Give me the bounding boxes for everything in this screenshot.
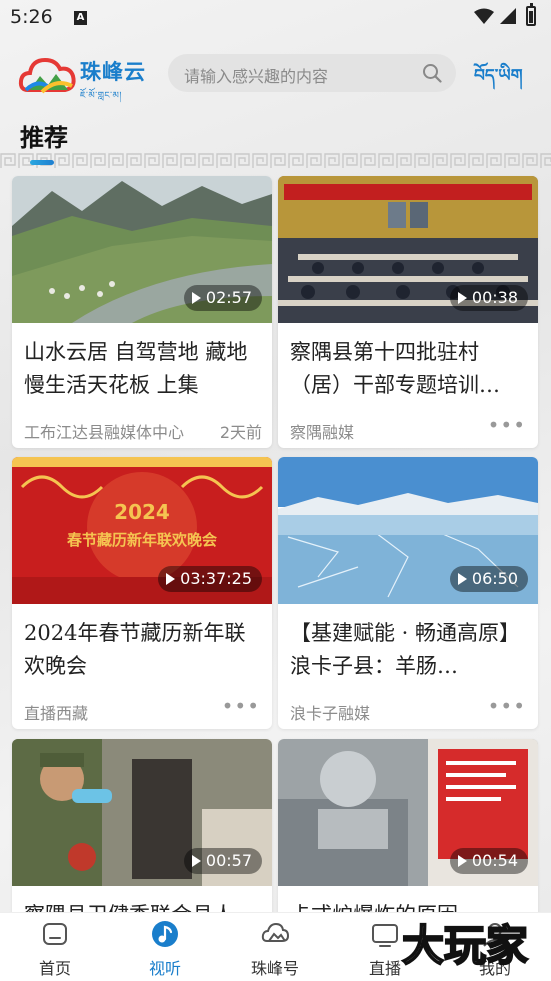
tab-indicator [30, 160, 54, 165]
logo-subtitle: ཇོ་མོ་གླང་མ། [80, 91, 122, 101]
svg-text:春节藏历新年联欢晚会: 春节藏历新年联欢晚会 [67, 531, 217, 549]
search-input[interactable]: 请输入感兴趣的内容 [168, 54, 456, 92]
home-icon [43, 923, 67, 945]
more-options-icon[interactable]: ••• [488, 415, 526, 435]
video-duration: 00:57 [183, 848, 262, 874]
wifi-icon [474, 8, 494, 24]
video-thumbnail[interactable]: 00:38 [278, 176, 538, 323]
video-card[interactable]: 00:54 卡式炉爆炸的原因 [278, 739, 538, 939]
app-logo[interactable]: 珠峰云 ཇོ་མོ་གླང་མ། [18, 50, 158, 101]
language-switch-button[interactable]: བོད་ཡིག [474, 56, 523, 104]
video-time: 2天前 [219, 423, 262, 442]
video-title[interactable]: 2024年春节藏历新年联欢晚会 [24, 617, 262, 683]
video-source: 直播西藏 [24, 704, 89, 723]
section-title[interactable]: 推荐 [20, 118, 68, 153]
decorative-pattern-band [0, 152, 551, 170]
play-icon [166, 573, 176, 585]
search-placeholder: 请输入感兴趣的内容 [184, 67, 329, 86]
cloud-logo-icon [18, 57, 76, 94]
battery-icon [526, 3, 536, 26]
search-icon[interactable] [422, 63, 442, 83]
video-card[interactable]: 2024 春节藏历新年联欢晚会 03:37:25 2024年春节藏历新年联欢晚会… [12, 457, 272, 729]
video-title[interactable]: 山水云居 自驾营地 藏地慢生活天花板 上集 [24, 336, 262, 402]
video-card[interactable]: 00:38 察隅县第十四批驻村（居）干部专题培训… 察隅融媒 ••• [278, 176, 538, 448]
more-options-icon[interactable]: ••• [488, 696, 526, 716]
video-card[interactable]: 00:57 察隅县卫健委联合县人… [12, 739, 272, 939]
play-icon [457, 573, 467, 585]
nav-label: 视听 [148, 959, 181, 978]
app-header: 珠峰云 ཇོ་མོ་གླང་མ། 请输入感兴趣的内容 བོད་ཡིག [0, 40, 551, 110]
duration-text: 00:57 [205, 851, 252, 870]
video-card[interactable]: 02:57 山水云居 自驾营地 藏地慢生活天花板 上集 工布江达县融媒体中心 2… [12, 176, 272, 448]
notification-icon: A [74, 11, 87, 25]
cloud-icon [261, 922, 290, 942]
video-thumbnail[interactable]: 06:50 [278, 457, 538, 604]
duration-text: 02:57 [205, 288, 252, 307]
play-icon [457, 855, 467, 867]
more-options-icon[interactable]: ••• [222, 696, 260, 716]
video-card[interactable]: 06:50 【基建赋能 · 畅通高原】浪卡子县：羊肠… 浪卡子融媒 ••• [278, 457, 538, 729]
watermark-text: 大玩家 [402, 921, 528, 970]
duration-text: 00:54 [471, 851, 518, 870]
nav-item-home[interactable]: 首页 [0, 913, 110, 981]
video-source: 察隅融媒 [290, 423, 355, 442]
video-duration: 03:37:25 [158, 566, 262, 592]
duration-text: 00:38 [471, 288, 518, 307]
status-bar: 5:26 A [0, 0, 551, 36]
video-thumbnail[interactable]: 02:57 [12, 176, 272, 323]
svg-text:2024: 2024 [114, 500, 170, 524]
video-thumbnail[interactable]: 2024 春节藏历新年联欢晚会 03:37:25 [12, 457, 272, 604]
video-duration: 00:54 [449, 848, 528, 874]
duration-text: 06:50 [471, 569, 518, 588]
video-title[interactable]: 【基建赋能 · 畅通高原】浪卡子县：羊肠… [290, 617, 528, 683]
video-source: 浪卡子融媒 [290, 704, 371, 723]
logo-name: 珠峰云 [80, 60, 146, 84]
nav-item-audiovisual[interactable]: 视听 [110, 913, 220, 981]
play-icon [457, 292, 467, 304]
signal-icon [500, 8, 516, 24]
music-note-icon [152, 921, 178, 947]
video-duration: 02:57 [183, 285, 262, 311]
video-thumbnail[interactable]: 00:54 [278, 739, 538, 886]
watermark-logo: 大玩家 [401, 920, 529, 971]
video-duration: 00:38 [449, 285, 528, 311]
duration-text: 03:37:25 [180, 569, 252, 588]
play-icon [191, 855, 201, 867]
video-title[interactable]: 察隅县第十四批驻村（居）干部专题培训… [290, 336, 528, 402]
video-duration: 06:50 [449, 566, 528, 592]
nav-label: 珠峰号 [250, 959, 299, 978]
nav-item-zhufeng[interactable]: 珠峰号 [220, 913, 330, 981]
nav-label: 首页 [38, 959, 71, 978]
video-thumbnail[interactable]: 00:57 [12, 739, 272, 886]
play-icon [191, 292, 201, 304]
video-source: 工布江达县融媒体中心 [24, 423, 185, 442]
status-time: 5:26 [10, 6, 53, 28]
